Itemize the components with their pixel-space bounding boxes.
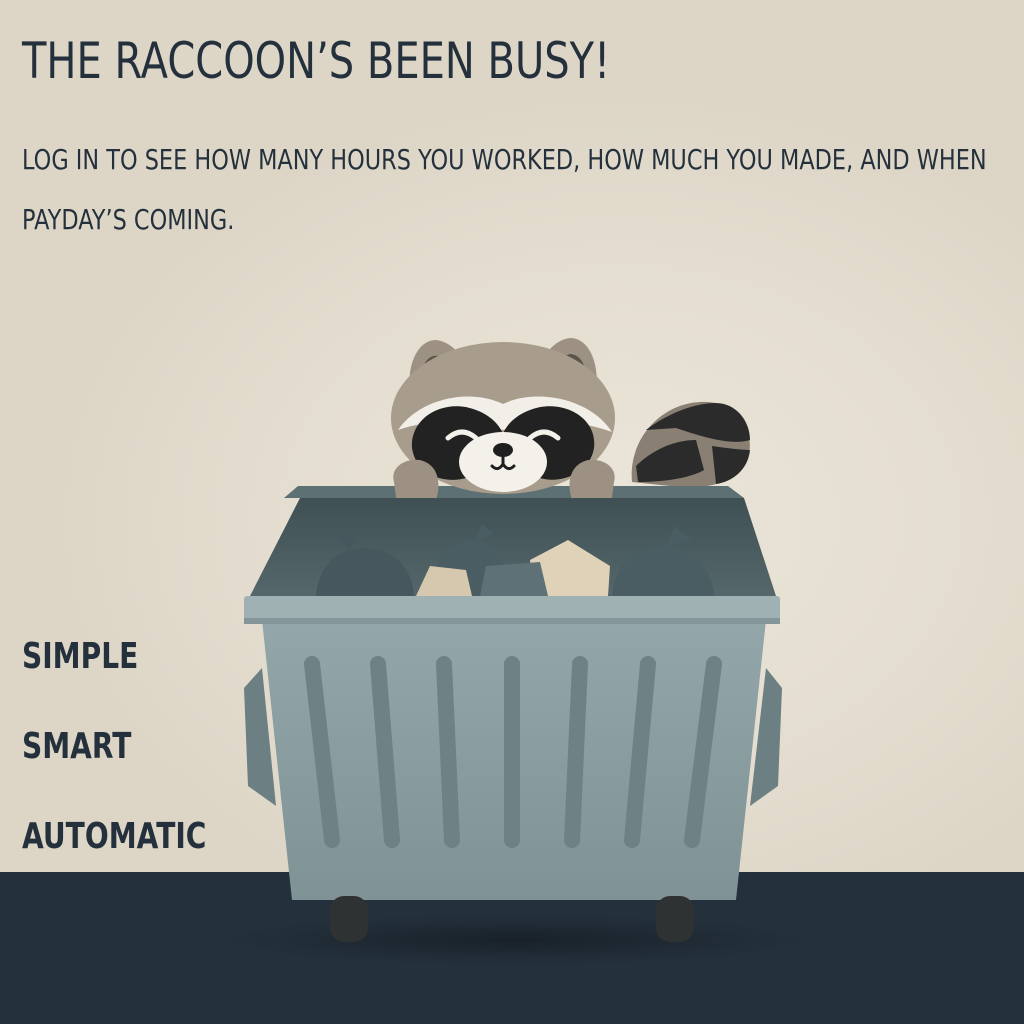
raccoon-dumpster-illustration [215,338,815,966]
raccoon-tail-icon [631,401,750,488]
dumpster-shadow [215,914,815,966]
